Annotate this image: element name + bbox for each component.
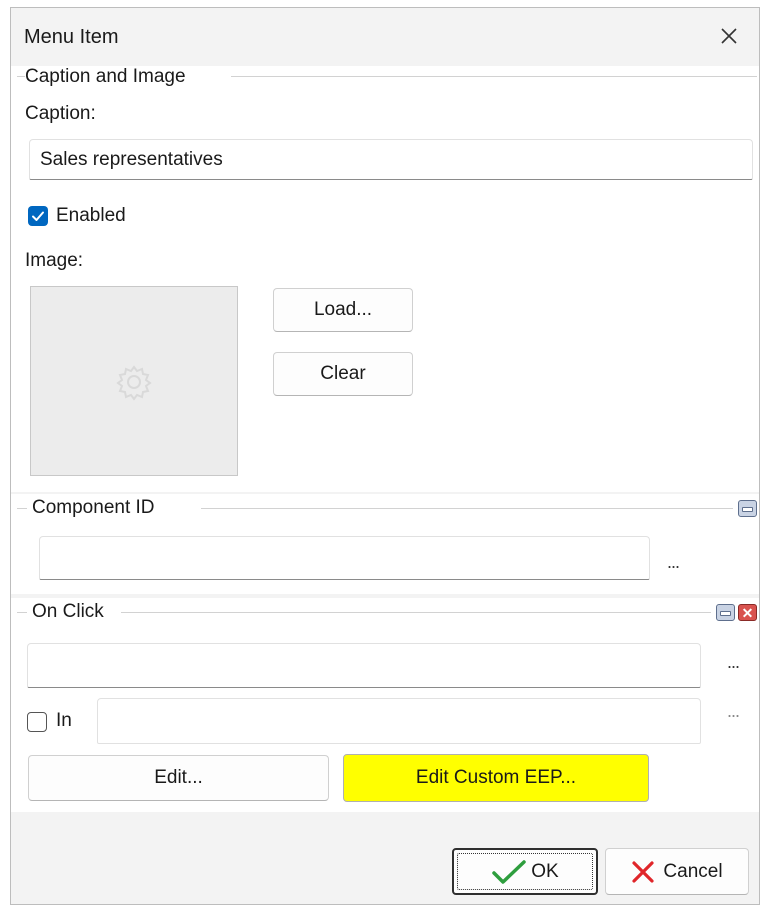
collapse-on-click-button[interactable]	[716, 604, 735, 621]
caption-input-value: Sales representatives	[40, 148, 223, 170]
edit-custom-eep-button[interactable]: Edit Custom EEP...	[343, 754, 649, 802]
gear-icon	[116, 365, 152, 401]
focus-ring	[457, 853, 593, 890]
remove-icon: ✕	[741, 604, 754, 621]
collapse-component-id-button[interactable]	[738, 500, 757, 517]
caption-image-legend: Caption and Image	[25, 66, 190, 88]
enabled-checkbox[interactable]	[28, 206, 48, 226]
component-id-browse-button[interactable]: ...	[667, 552, 680, 573]
enabled-label: Enabled	[56, 205, 126, 226]
x-icon	[632, 860, 655, 883]
caption-label: Caption:	[25, 103, 96, 124]
remove-on-click-button[interactable]: ✕	[738, 604, 757, 621]
caption-input[interactable]: Sales representatives	[29, 139, 753, 180]
clear-image-button[interactable]: Clear	[273, 352, 413, 396]
in-checkbox[interactable]	[27, 712, 47, 732]
component-id-input[interactable]	[39, 536, 650, 580]
on-click-input[interactable]	[27, 643, 701, 688]
in-browse-button[interactable]: ...	[727, 701, 740, 722]
ok-button[interactable]: OK	[452, 848, 598, 895]
image-label: Image:	[25, 250, 84, 271]
component-id-legend: Component ID	[32, 497, 159, 519]
on-click-browse-button[interactable]: ...	[727, 652, 740, 673]
component-id-panel: Component ID ...	[11, 494, 759, 594]
close-button[interactable]	[711, 18, 747, 54]
caption-image-panel: Caption and Image Caption: Sales represe…	[11, 66, 759, 492]
menu-item-dialog: Menu Item Caption and Image Caption: Sal…	[10, 7, 760, 905]
cancel-button[interactable]: Cancel	[605, 848, 749, 895]
cancel-label: Cancel	[663, 860, 723, 882]
window-title: Menu Item	[24, 26, 119, 48]
in-label: In	[56, 710, 72, 731]
title-bar: Menu Item	[11, 8, 759, 66]
edit-button[interactable]: Edit...	[28, 755, 329, 801]
load-image-button[interactable]: Load...	[273, 288, 413, 332]
on-click-panel: On Click ✕ ... In ... Edit... Edit Custo…	[11, 598, 759, 812]
in-input[interactable]	[97, 698, 701, 744]
close-icon	[721, 28, 737, 44]
check-icon	[32, 211, 44, 221]
on-click-legend: On Click	[32, 601, 108, 623]
image-preview	[30, 286, 238, 476]
